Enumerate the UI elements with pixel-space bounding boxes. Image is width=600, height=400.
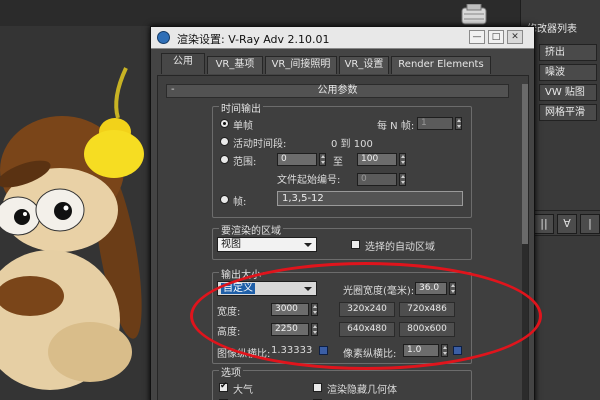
modifier-extrude-button[interactable]: 挤出 <box>539 44 597 61</box>
maximize-button[interactable]: □ <box>488 30 504 44</box>
vertical-scrollbar[interactable] <box>522 84 528 400</box>
range-to-input[interactable]: 100 <box>357 153 397 166</box>
frames-input[interactable]: 1,3,5-12 <box>277 191 463 206</box>
render-hidden-label: 渲染隐藏几何体 <box>327 385 397 396</box>
range-to-label: 至 <box>333 157 343 168</box>
file-start-label: 文件起始编号: <box>277 175 341 186</box>
tab-bar: 公用 VR_基项 VR_间接照明 VR_设置 Render Elements <box>157 53 529 75</box>
auto-region-label: 选择的自动区域 <box>365 242 435 253</box>
tab-render-elements[interactable]: Render Elements <box>391 56 491 74</box>
tab-vr-base[interactable]: VR_基项 <box>207 56 263 74</box>
frames-label: 帧: <box>233 197 247 208</box>
every-n-spinner[interactable] <box>455 117 462 130</box>
options-group: 选项 大气 渲染隐藏几何体 <box>212 364 472 400</box>
chevron-down-icon <box>304 243 312 247</box>
every-n-input[interactable]: 1 <box>417 117 453 130</box>
show-end-result-button[interactable]: ∀ <box>557 214 577 234</box>
render-area-value: 视图 <box>221 239 241 250</box>
render-hidden-checkbox[interactable] <box>313 383 322 392</box>
auto-region-checkbox[interactable] <box>351 240 360 249</box>
rollout-title: 公用参数 <box>317 85 358 96</box>
frames-radio[interactable] <box>220 195 229 204</box>
highlight-ellipse <box>190 262 542 370</box>
range-to-spinner[interactable] <box>399 153 406 166</box>
every-n-label: 每 N 帧: <box>377 121 415 132</box>
dialog-title: 渲染设置: V-Ray Adv 2.10.01 <box>177 33 330 46</box>
modifier-stack-toolbar: || ∀ | <box>530 210 600 236</box>
close-button[interactable]: ✕ <box>507 30 523 44</box>
teapot-icon <box>461 4 487 25</box>
atmosphere-label: 大气 <box>233 385 253 396</box>
pin-stack-button[interactable]: || <box>534 214 554 234</box>
tab-common[interactable]: 公用 <box>161 53 205 74</box>
viewport-header <box>0 0 600 26</box>
common-params-rollout[interactable]: - 公用参数 <box>166 84 509 98</box>
active-segment-label: 活动时间段: <box>233 139 287 150</box>
single-frame-label: 单帧 <box>233 121 253 132</box>
app-icon <box>157 31 170 44</box>
render-area-dropdown[interactable]: 视图 <box>217 237 317 252</box>
range-from-input[interactable]: 0 <box>277 153 317 166</box>
scrollbar-thumb[interactable] <box>522 84 528 244</box>
time-output-title: 时间输出 <box>219 100 263 115</box>
active-segment-radio[interactable] <box>220 137 229 146</box>
range-from-spinner[interactable] <box>319 153 326 166</box>
render-area-group: 要渲染的区域 视图 选择的自动区域 <box>212 222 472 260</box>
options-title: 选项 <box>219 364 243 379</box>
modifier-uvw-map-button[interactable]: VW 贴图 <box>539 84 597 101</box>
active-segment-range: 0 到 100 <box>331 139 373 150</box>
modifier-noise-button[interactable]: 噪波 <box>539 64 597 81</box>
range-radio[interactable] <box>220 155 229 164</box>
modifier-meshsmooth-button[interactable]: 网格平滑 <box>539 104 597 121</box>
single-frame-radio[interactable] <box>220 119 229 128</box>
file-start-spinner[interactable] <box>399 173 406 186</box>
file-start-input[interactable]: 0 <box>357 173 397 186</box>
dialog-titlebar[interactable]: 渲染设置: V-Ray Adv 2.10.01 — □ ✕ <box>151 27 534 49</box>
range-label: 范围: <box>233 157 257 168</box>
minimize-button[interactable]: — <box>469 30 485 44</box>
time-output-group: 时间输出 单帧 每 N 帧: 1 活动时间段: 0 到 100 范围: 0 至 … <box>212 100 472 218</box>
tab-vr-gi[interactable]: VR_间接照明 <box>265 56 337 74</box>
tab-vr-settings[interactable]: VR_设置 <box>339 56 389 74</box>
make-unique-button[interactable]: | <box>580 214 600 234</box>
atmosphere-checkbox[interactable] <box>219 381 228 392</box>
render-area-title: 要渲染的区域 <box>219 222 283 237</box>
